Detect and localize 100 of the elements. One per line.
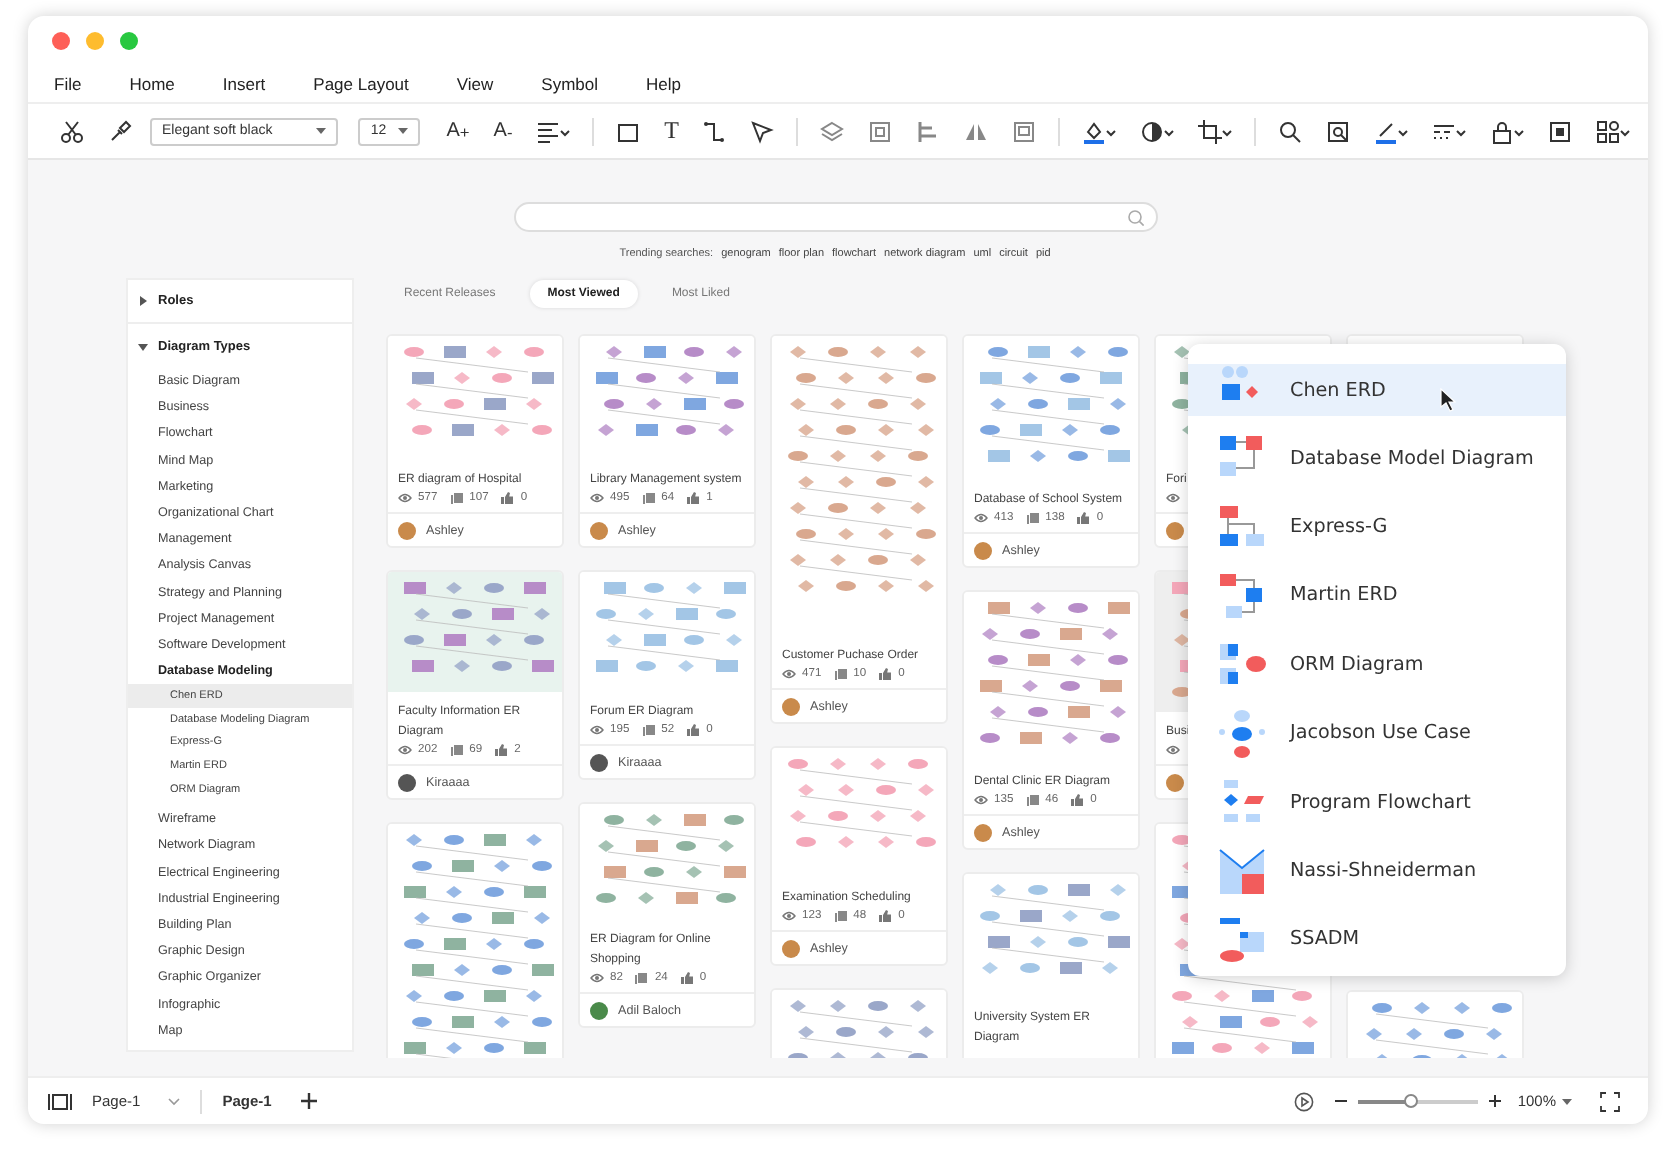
brush-icon: [108, 119, 132, 143]
close-button[interactable]: [52, 31, 70, 49]
copy-icon: [1025, 794, 1040, 806]
eye-icon: [398, 744, 412, 756]
search-field[interactable]: [513, 202, 1157, 232]
avatar: [1166, 773, 1184, 791]
menu-item[interactable]: Nassi-Shneiderman: [1188, 836, 1566, 906]
copy-icon: [1025, 512, 1040, 524]
avatar: [782, 939, 800, 957]
copy-icon: [641, 724, 656, 736]
fullscreen-button[interactable]: [1600, 1091, 1620, 1111]
eye-icon: [1166, 744, 1180, 756]
avatar: [398, 773, 416, 791]
connector-icon: [702, 119, 727, 143]
avatar: [398, 521, 416, 539]
add-page-button[interactable]: [299, 1092, 318, 1110]
pointer-icon: [750, 119, 775, 143]
play-icon: [1293, 1091, 1314, 1111]
thumbs-up-icon: [686, 492, 701, 504]
diagram-type-icon: [1218, 709, 1266, 758]
diagram-type-icon: [1218, 778, 1266, 827]
diagram-type-icon: [1218, 847, 1266, 896]
avatar: [974, 541, 992, 559]
crop-icon: [1198, 119, 1223, 143]
avatar: [974, 823, 992, 841]
copy-icon: [634, 972, 649, 984]
expand-triangle-icon[interactable]: [138, 296, 148, 306]
search-icon: [1278, 119, 1303, 143]
diagram-type-icon: [1218, 640, 1266, 689]
menu-item[interactable]: Chen ERD: [1188, 364, 1566, 416]
menu-item[interactable]: Jacobson Use Case: [1188, 699, 1566, 768]
lock-icon: [1490, 119, 1515, 143]
line-style-icon: [1432, 119, 1457, 143]
panel-icon: [48, 1091, 72, 1111]
copy-icon: [449, 492, 464, 504]
menu-item[interactable]: Express-G: [1188, 492, 1566, 562]
more-tools-icon: [1596, 119, 1621, 143]
thumbs-up-icon: [679, 972, 694, 984]
play-button[interactable]: [1293, 1091, 1314, 1111]
caret-icon: [398, 127, 409, 135]
align-icon: [536, 119, 561, 143]
line-color-icon: [1374, 119, 1399, 143]
align-left-icon: [916, 119, 941, 143]
avatar: [590, 1001, 608, 1019]
menu-item[interactable]: Symbol: [541, 73, 599, 93]
slider-thumb[interactable]: [1403, 1093, 1418, 1107]
menu-item[interactable]: Program Flowchart: [1188, 767, 1566, 837]
text-tool-button[interactable]: T: [658, 113, 685, 149]
rectangle-icon: [616, 119, 641, 143]
menu-item[interactable]: SSADM: [1188, 905, 1566, 975]
thumbs-up-icon: [494, 744, 509, 756]
plus-icon: [1487, 1094, 1502, 1108]
scissors-icon: [60, 119, 84, 143]
copy-icon: [833, 668, 848, 680]
diagram-type-icon: [1218, 503, 1266, 552]
fit-icon: [1548, 119, 1573, 143]
group-icon: [868, 119, 893, 143]
menu-item[interactable]: Help: [646, 73, 681, 93]
caret-icon: [1562, 1097, 1572, 1105]
flip-icon: [964, 119, 989, 143]
eye-icon: [590, 724, 604, 736]
eye-icon: [590, 492, 604, 504]
thumbs-up-icon: [1070, 794, 1085, 806]
menu-item[interactable]: Page Layout: [313, 73, 409, 93]
eye-icon: [398, 492, 412, 504]
fill-color-icon: [1082, 119, 1107, 143]
shape-style-icon: [1140, 119, 1165, 143]
menu-item[interactable]: View: [456, 73, 494, 93]
thumbs-up-icon: [500, 492, 515, 504]
eye-icon: [974, 512, 988, 524]
diagram-thumbnail[interactable]: [388, 572, 562, 692]
fullscreen-icon: [1600, 1091, 1620, 1111]
copy-icon: [833, 910, 848, 922]
avatar: [590, 521, 608, 539]
collapse-triangle-icon[interactable]: [138, 341, 148, 351]
menu-item[interactable]: Insert: [222, 73, 266, 93]
chevron-down-icon: [168, 1097, 181, 1105]
thumbs-up-icon: [878, 910, 893, 922]
caret-icon: [316, 127, 327, 135]
diagram-type-icon: [1218, 915, 1266, 964]
menu-item[interactable]: File: [54, 73, 82, 93]
frame-icon: [1012, 119, 1037, 143]
maximize-button[interactable]: [120, 31, 138, 49]
minus-icon: [1333, 1094, 1348, 1108]
menu-item[interactable]: ORM Diagram: [1188, 630, 1566, 700]
menu-item[interactable]: Home: [129, 73, 175, 93]
menu-item[interactable]: Martin ERD: [1188, 561, 1566, 631]
zoom-out-button[interactable]: [1333, 1094, 1348, 1108]
eye-icon: [1166, 492, 1180, 504]
diagram-type-icon: [1218, 571, 1266, 620]
thumbs-up-icon: [878, 668, 893, 680]
panel-toggle-button[interactable]: [48, 1091, 72, 1111]
zoom-in-button[interactable]: [1487, 1094, 1502, 1108]
avatar: [590, 753, 608, 771]
thumbs-up-icon: [1076, 512, 1091, 524]
search-icon: [1127, 209, 1143, 225]
layers-icon: [820, 119, 845, 143]
avatar: [1166, 521, 1184, 539]
menu-item[interactable]: Database Model Diagram: [1188, 424, 1566, 493]
eye-icon: [782, 668, 796, 680]
